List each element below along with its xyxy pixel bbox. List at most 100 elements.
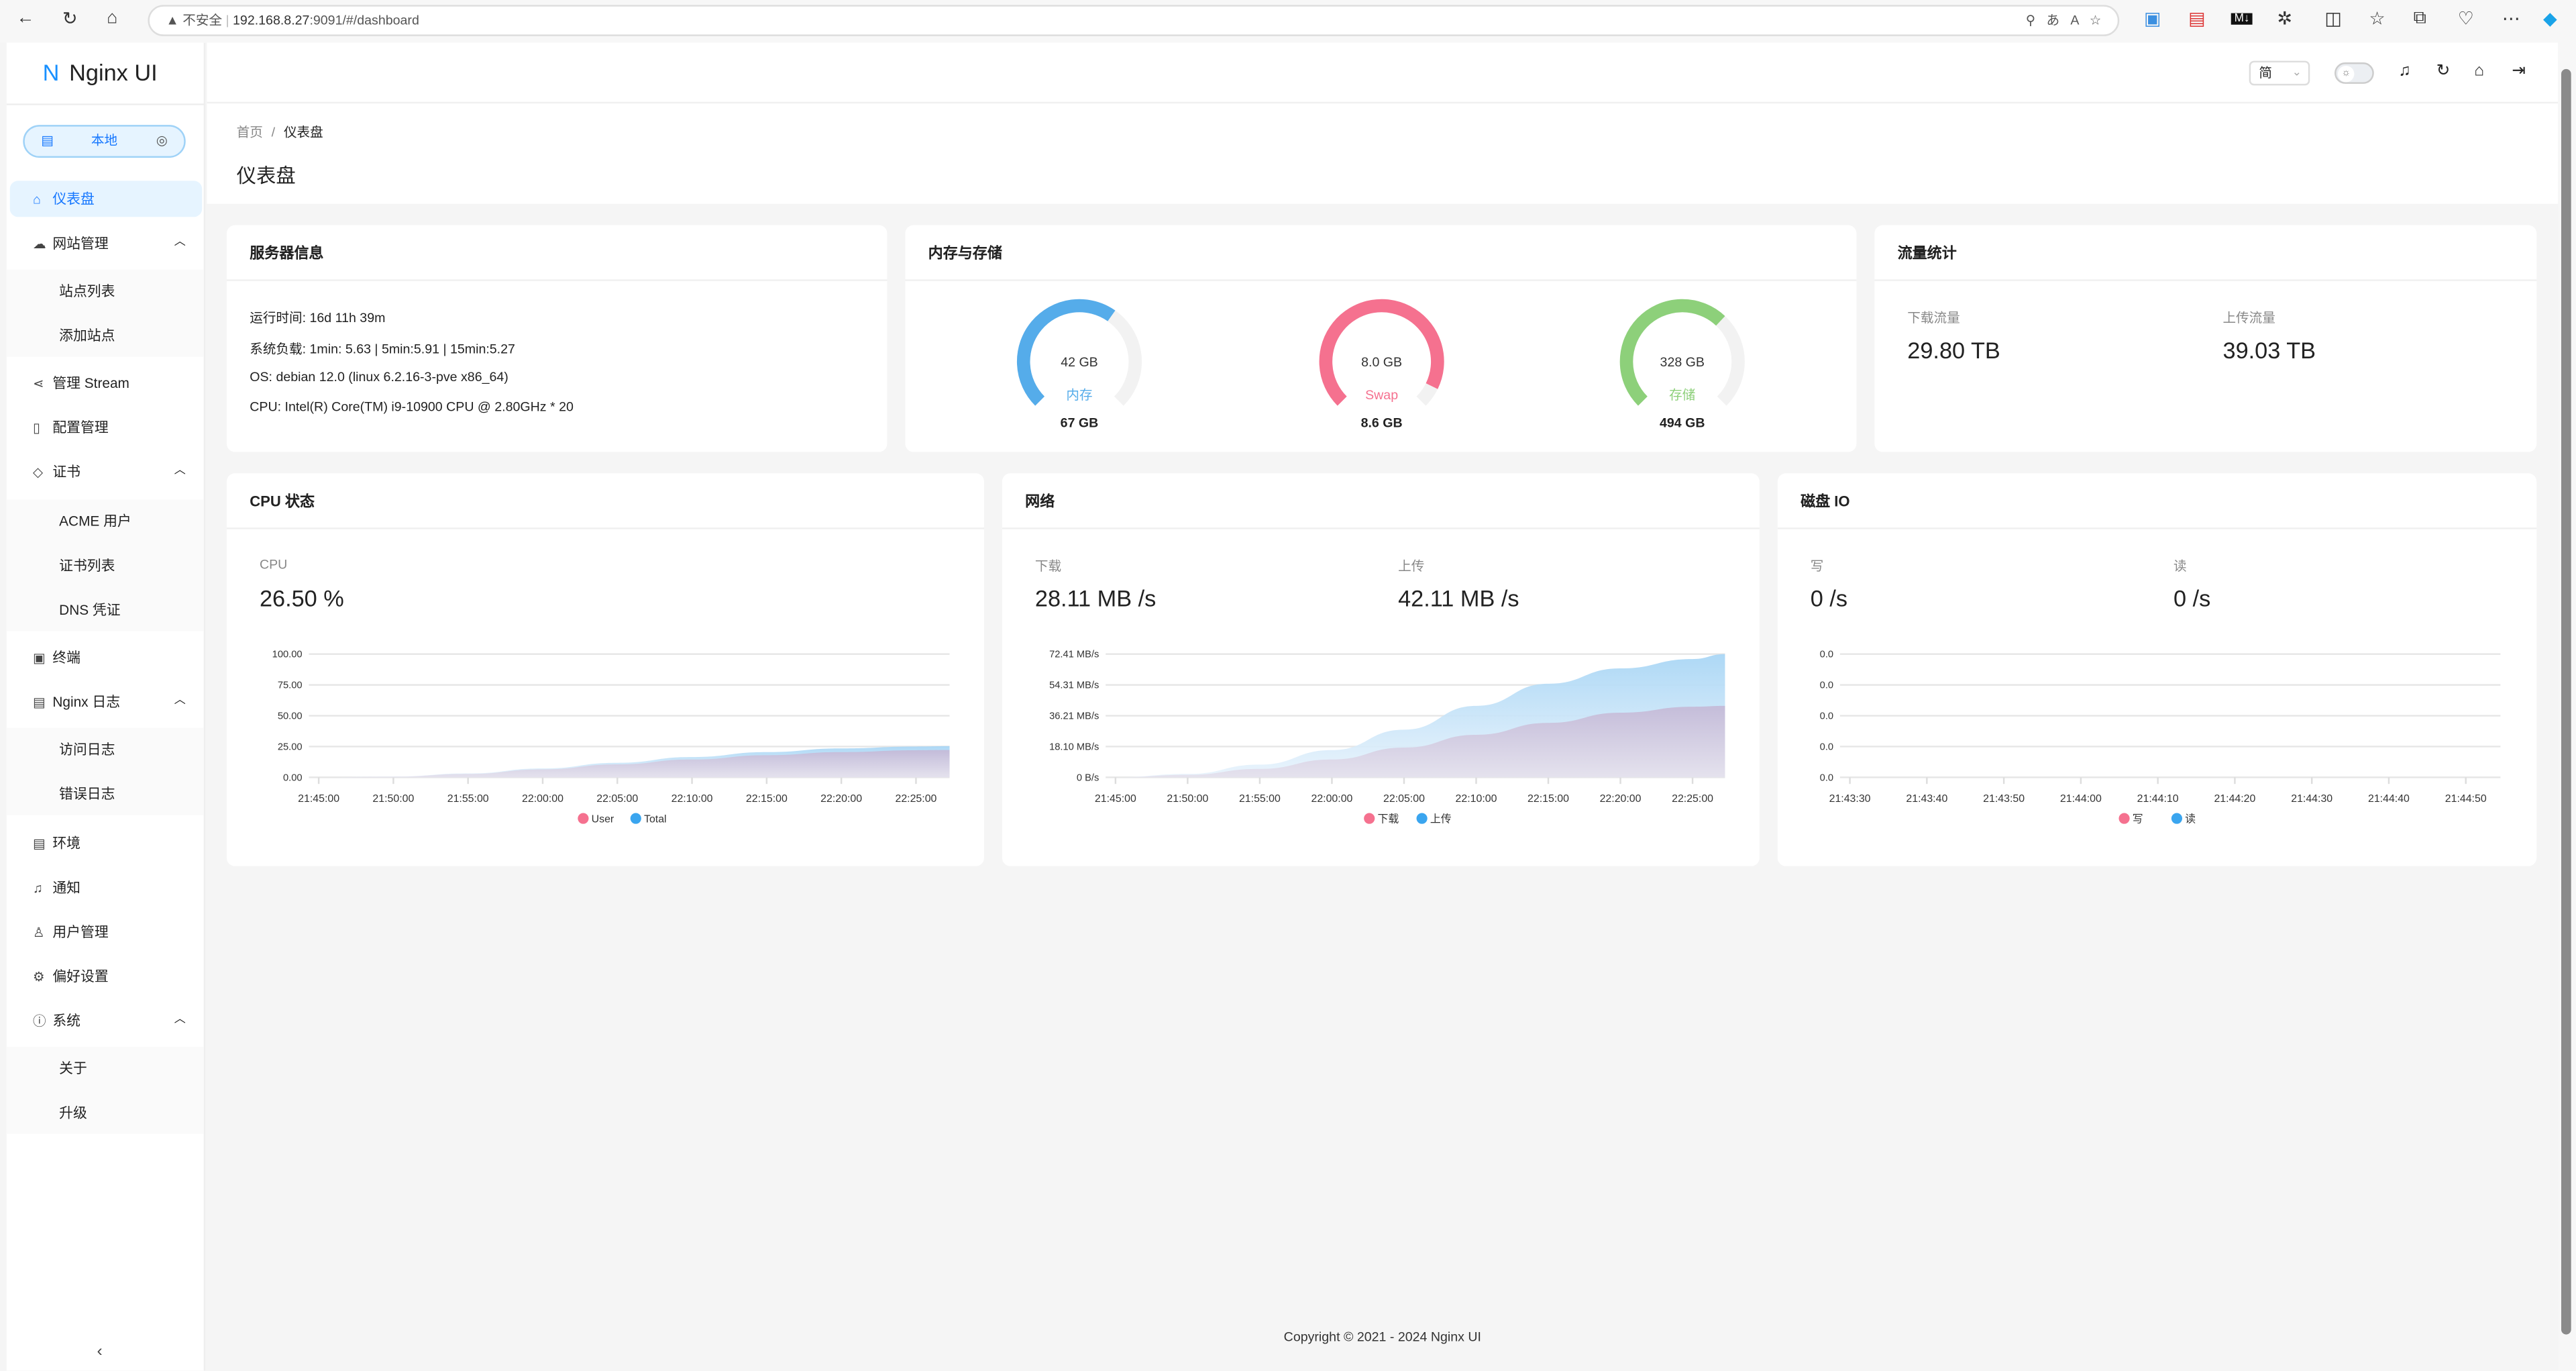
- legend-label[interactable]: 上传: [1430, 813, 1452, 825]
- x-tick-label: 21:45:00: [298, 793, 339, 805]
- gauge: 8.0 GB Swap 8.6 GB: [1319, 299, 1444, 431]
- language-value: 简: [2259, 65, 2272, 81]
- sidebar-item[interactable]: 添加站点: [10, 317, 203, 354]
- sidebar-item[interactable]: ◇ 证书 ︿: [10, 454, 203, 490]
- dashboard-icon[interactable]: ◎: [156, 127, 168, 156]
- browser-toolbar: ← ↻ ⌂ ▲ 不安全 | 192.168.8.27:9091/#/dashbo…: [0, 0, 2576, 43]
- collapse-sidebar-icon[interactable]: ‹: [97, 1343, 102, 1361]
- sidebar-item-label: 添加站点: [59, 327, 115, 344]
- terminal-icon: ▣: [32, 650, 46, 666]
- sidebar-item[interactable]: ACME 用户: [10, 503, 203, 539]
- sidebar-item[interactable]: ▯ 配置管理: [10, 409, 203, 446]
- legend-marker[interactable]: [1416, 813, 1428, 824]
- extension-icon[interactable]: ▣: [2144, 8, 2161, 30]
- markdown-icon[interactable]: M↓: [2231, 13, 2253, 25]
- gauge-label: 存储: [1669, 388, 1695, 403]
- gauge-value: 42 GB: [1061, 355, 1098, 370]
- bell-icon[interactable]: ♫: [2399, 62, 2411, 81]
- legend-marker[interactable]: [630, 813, 641, 824]
- sidebar-item-label: 证书: [52, 463, 81, 480]
- reload-icon[interactable]: ↻: [62, 8, 78, 30]
- y-tick-label: 0.0: [1820, 711, 1833, 721]
- sidebar-item-label: 配置管理: [52, 419, 109, 436]
- environment-selector[interactable]: ▤ 本地 ◎: [23, 125, 186, 158]
- x-tick-label: 21:44:40: [2368, 793, 2410, 805]
- sidebar-item-label: 错误日志: [59, 785, 115, 803]
- x-tick-label: 21:50:00: [1167, 793, 1208, 805]
- gauge-fill: [1016, 299, 1116, 406]
- logout-icon[interactable]: ⇥: [2512, 62, 2526, 81]
- legend-label[interactable]: 写: [2133, 814, 2143, 825]
- sidebar-item[interactable]: 关于: [10, 1050, 203, 1086]
- sidebar-item[interactable]: ⌂ 仪表盘: [9, 181, 203, 217]
- server-info-card: 服务器信息 运行时间: 16d 11h 39m 系统负载: 1min: 5.63…: [226, 225, 888, 452]
- sidebar-item[interactable]: 错误日志: [10, 776, 203, 812]
- sidebar-item[interactable]: DNS 凭证: [10, 592, 203, 628]
- sidebar-item[interactable]: 证书列表: [10, 548, 203, 584]
- y-tick-label: 36.21 MB/s: [1049, 711, 1099, 721]
- sidebar-item[interactable]: ☁ 网站管理 ︿: [10, 225, 203, 262]
- sidebar-item[interactable]: ♙ 用户管理: [10, 914, 203, 950]
- x-tick-label: 21:43:40: [1906, 793, 1947, 805]
- y-tick-label: 0 B/s: [1077, 772, 1099, 783]
- home-icon[interactable]: ⌂: [107, 8, 117, 28]
- y-tick-label: 54.31 MB/s: [1049, 680, 1099, 691]
- sidebar-item[interactable]: ▤ 环境: [10, 825, 203, 861]
- logo[interactable]: N Nginx UI: [43, 59, 158, 85]
- extensions-icon[interactable]: ✲: [2277, 8, 2292, 30]
- file-icon: ▯: [32, 420, 40, 436]
- legend-marker[interactable]: [2171, 813, 2183, 824]
- favorites-icon[interactable]: ☆: [2369, 8, 2385, 30]
- y-tick-label: 0.0: [1820, 772, 1833, 783]
- language-select[interactable]: 简 ⌄: [2249, 60, 2310, 86]
- copilot-icon[interactable]: ◆: [2543, 8, 2557, 30]
- theme-toggle[interactable]: ☼: [2334, 62, 2374, 84]
- sidebar-item[interactable]: 站点列表: [10, 273, 203, 309]
- more-icon[interactable]: ⋯: [2502, 8, 2520, 30]
- cpu-chart: 0.00 25.00 50.00 75.00 100.00 21:45:00 21:50:0…: [272, 650, 950, 825]
- legend-marker[interactable]: [2118, 813, 2130, 824]
- legend-label[interactable]: User: [592, 814, 614, 825]
- sidebar-item[interactable]: 升级: [10, 1095, 203, 1131]
- home-icon[interactable]: ⌂: [2474, 62, 2484, 81]
- sidebar-item[interactable]: ▣ 终端: [10, 640, 203, 676]
- legend-marker[interactable]: [578, 813, 589, 824]
- sidebar-item[interactable]: ⚙ 偏好设置: [10, 958, 203, 995]
- scrollbar[interactable]: [2558, 42, 2576, 1371]
- extension-icon[interactable]: ▤: [2188, 8, 2205, 30]
- breadcrumb-home[interactable]: 首页: [237, 125, 263, 140]
- gear-icon: ⚙: [32, 969, 45, 984]
- sidebar-item[interactable]: 访问日志: [10, 731, 203, 768]
- back-icon[interactable]: ←: [16, 8, 34, 28]
- sidebar-item[interactable]: ⋖ 管理 Stream: [10, 365, 203, 401]
- y-tick-label: 75.00: [278, 680, 303, 691]
- gauge-total: 8.6 GB: [1361, 416, 1403, 431]
- sidebar-item[interactable]: ▤ Nginx 日志 ︿: [10, 684, 203, 720]
- legend-label[interactable]: 下载: [1377, 813, 1399, 825]
- sidebar-item[interactable]: ♫ 通知: [10, 870, 203, 906]
- reload-icon[interactable]: ↻: [2436, 62, 2451, 81]
- os-info: OS: debian 12.0 (linux 6.2.16-3-pve x86_…: [250, 370, 508, 385]
- gauge: 328 GB 存储 494 GB: [1619, 299, 1745, 431]
- legend-label[interactable]: 读: [2185, 813, 2196, 825]
- sidebar-item-label: 仪表盘: [52, 191, 95, 207]
- x-tick-label: 21:43:50: [1983, 793, 2025, 805]
- x-tick-label: 22:10:00: [1456, 793, 1497, 805]
- x-tick-label: 22:20:00: [820, 793, 862, 805]
- x-tick-label: 21:44:00: [2060, 793, 2102, 805]
- x-tick-label: 22:05:00: [1383, 793, 1425, 805]
- card-title: 流量统计: [1874, 225, 2537, 281]
- sidebar-item-label: 环境: [52, 835, 81, 852]
- address-bar[interactable]: ▲ 不安全 | 192.168.8.27:9091/#/dashboard ⚲ …: [148, 5, 2120, 36]
- page-title: 仪表盘: [236, 164, 296, 188]
- legend-label[interactable]: Total: [644, 814, 667, 825]
- page-header: 首页 / 仪表盘 仪表盘: [207, 103, 2559, 204]
- collections-icon[interactable]: ⧉: [2414, 8, 2426, 30]
- sidebar-item[interactable]: ⓘ 系统 ︿: [10, 1003, 203, 1039]
- split-screen-icon[interactable]: ◫: [2324, 8, 2341, 30]
- sidebar-item-label: 终端: [52, 649, 81, 666]
- sidebar-item-label: 偏好设置: [52, 968, 109, 984]
- uptime: 运行时间: 16d 11h 39m: [250, 310, 386, 325]
- legend-marker[interactable]: [1364, 813, 1375, 824]
- health-icon[interactable]: ♡: [2458, 8, 2474, 30]
